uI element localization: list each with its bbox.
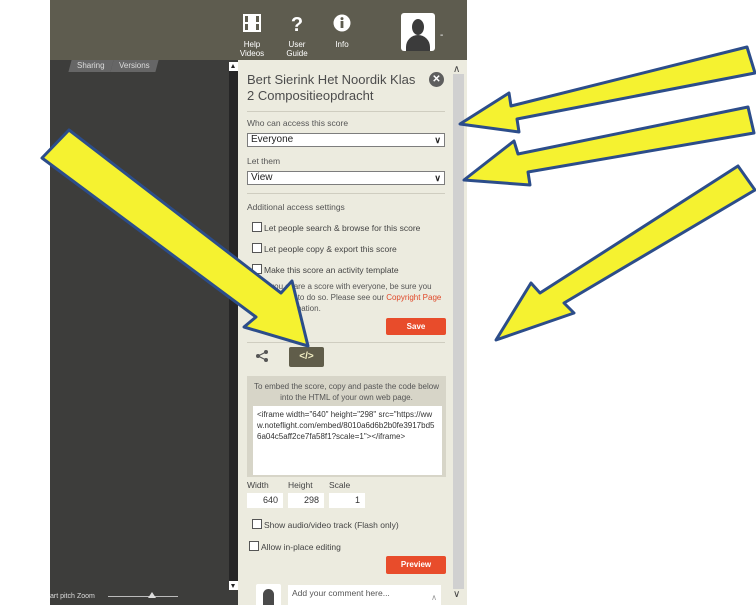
annotation-arrow — [40, 128, 310, 348]
annotation-arrow — [494, 164, 756, 342]
annotation-arrows — [40, 45, 756, 348]
